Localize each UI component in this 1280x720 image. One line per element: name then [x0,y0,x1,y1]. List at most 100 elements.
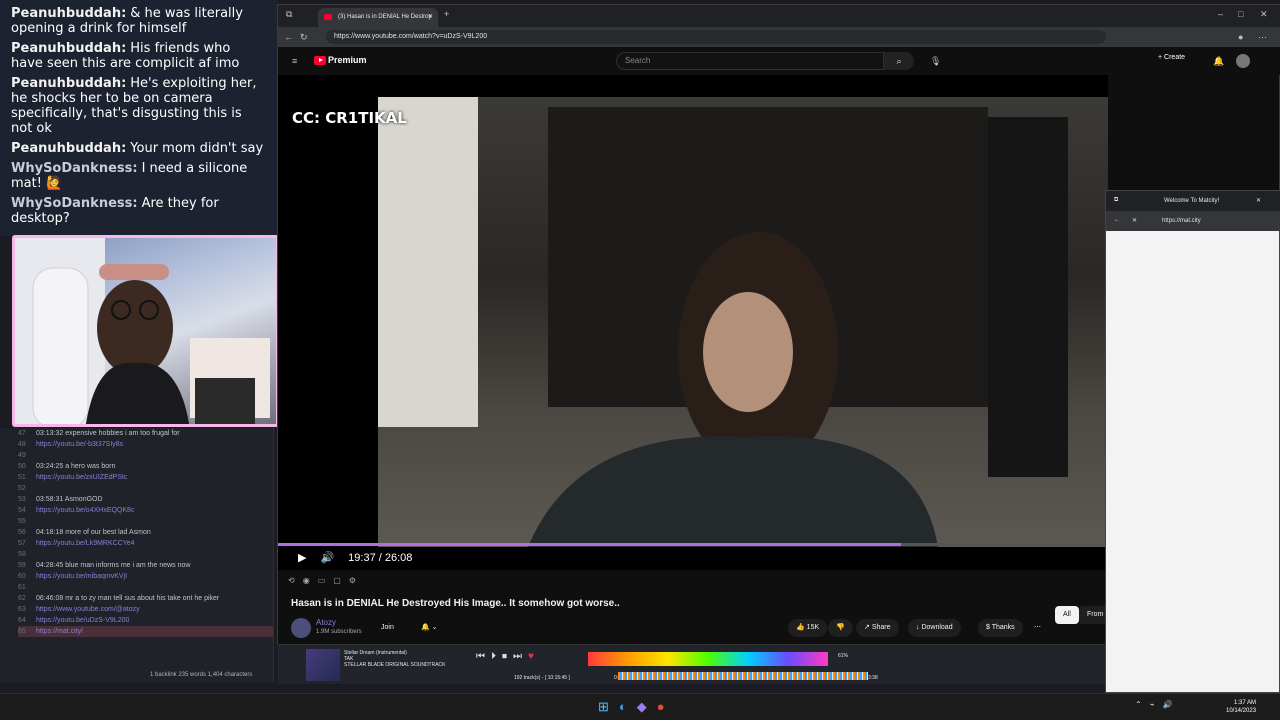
video-frame[interactable] [378,97,1108,547]
note-line[interactable]: 58 [18,549,273,560]
tab-youtube[interactable]: (3) Hasan is in DENIAL He Destroy ✕ [318,8,438,27]
note-link[interactable]: https://youtu.be/zxUIZEdPStc [36,472,127,483]
heart-icon[interactable]: ♥ [528,651,534,662]
search-icon[interactable]: ⌕ [884,52,914,70]
like-button[interactable]: 👍 15K [788,619,828,637]
note-line[interactable]: 60 https://youtu.be/mibaqmvKVjI [18,571,273,582]
chevron-up-icon[interactable]: ⌃ [1135,700,1142,709]
thanks-button[interactable]: $ Thanks [978,619,1023,637]
note-line[interactable]: 59 04:28:45 blue man informs me i am the … [18,560,273,571]
note-link[interactable]: https://youtu.be/Lk9MRKCCYe4 [36,538,135,549]
note-line[interactable]: 56 04:18:18 more of our best lad Asmon [18,527,273,538]
minimize-icon[interactable]: – [1218,4,1223,24]
system-clock[interactable]: 1:37 AM 10/14/2023 [1226,699,1256,715]
volume-level: 61% [838,653,849,659]
captions-icon[interactable]: ▭ [318,576,326,585]
refresh-icon[interactable]: ↻ [300,27,308,47]
note-line[interactable]: 65 https://mat.city/ [18,626,273,637]
tab-actions-icon[interactable]: ⧉ [1114,197,1118,204]
back-icon[interactable]: ← [1114,217,1120,223]
media-app-icon[interactable]: ● [657,699,665,715]
more-actions-icon[interactable]: ⋯ [1026,619,1049,637]
download-button[interactable]: ↓ Download [908,619,961,637]
channel-avatar[interactable] [291,618,311,638]
chat-username[interactable]: Peanuhbuddah: [11,141,126,156]
note-line[interactable]: 55 [18,516,273,527]
note-line[interactable]: 48 https://youtu.be/-b3t37SIy8s [18,439,273,450]
note-line[interactable]: 49 [18,450,273,461]
windows-start-icon[interactable]: ⊞ [598,699,609,715]
share-button[interactable]: ↗ Share [856,619,899,637]
note-line[interactable]: 51 https://youtu.be/zxUIZEdPStc [18,472,273,483]
microphone-icon[interactable]: 🎙 [930,51,941,71]
note-link[interactable]: https://youtu.be/-b3t37SIy8s [36,439,123,450]
bell-icon[interactable]: 🔔 ⌄ [413,619,446,637]
url-field[interactable]: https://www.youtube.com/watch?v=uDzS-V9L… [326,30,1106,44]
profile-icon[interactable]: ● [1238,27,1243,47]
youtube-logo[interactable]: Premium [314,55,367,65]
back-icon[interactable]: ← [284,27,293,47]
settings-icon[interactable]: ⚙ [349,576,356,585]
note-link[interactable]: https://youtu.be/o4XHxEQQK8c [36,505,134,516]
note-link[interactable]: https://www.youtube.com/@atozy [36,604,140,615]
close-tab-icon[interactable]: ✕ [428,8,433,27]
waveform-seekbar[interactable] [618,672,868,680]
note-line[interactable]: 54 https://youtu.be/o4XHxEQQK8c [18,505,273,516]
stop-icon[interactable]: ⏹ [502,651,507,662]
volume-icon[interactable]: 🔊 [320,551,334,564]
dislike-button[interactable]: 👎 [828,619,853,637]
chat-username[interactable]: Peanuhbuddah: [11,76,126,91]
like-count: 15K [806,624,820,631]
media-player: Stellar Dream (Instrumental) TAK STELLAR… [278,644,1105,684]
close-window-icon[interactable]: ✕ [1260,4,1268,24]
create-button[interactable]: + Create [1158,54,1185,61]
chat-username[interactable]: Peanuhbuddah: [11,41,126,56]
chat-message: Peanuhbuddah: His friends who have seen t… [11,41,266,71]
hamburger-icon[interactable]: ≡ [292,51,297,71]
play-icon[interactable]: ⏵ [491,651,496,662]
audio-icon[interactable]: ◉ [303,576,310,585]
stop-icon[interactable]: ✕ [1132,217,1137,224]
chip-all[interactable]: All [1055,606,1079,624]
line-number: 55 [18,518,26,525]
close-tab-icon[interactable]: ✕ [1256,197,1261,204]
chat-username[interactable]: Peanuhbuddah: [11,6,126,21]
network-icon[interactable]: ⌁ [1150,700,1155,709]
note-line[interactable]: 64 https://youtu.be/uDzS-V9L200 [18,615,273,626]
loop-icon[interactable]: ⟲ [288,576,295,585]
screen-icon[interactable]: ▢ [333,576,341,585]
notes-editor[interactable]: 47 03:13:32 expensive hobbies i am too fr… [0,428,274,682]
note-line[interactable]: 57 https://youtu.be/Lk9MRKCCYe4 [18,538,273,549]
search-input[interactable]: Search [616,52,884,70]
channel-name[interactable]: Atozy [316,618,336,627]
popup-tab-title[interactable]: Welcome To Matcity! [1164,198,1219,204]
chat-username[interactable]: WhySoDankness: [11,161,138,176]
note-line[interactable]: 63 https://www.youtube.com/@atozy [18,604,273,615]
note-line[interactable]: 50 03:24:25 a hero was born [18,461,273,472]
obsidian-icon[interactable]: ◆ [637,699,647,715]
play-icon[interactable]: ▶ [298,551,306,564]
note-link[interactable]: https://mat.city/ [36,626,83,637]
video-player[interactable]: CC: CR1TIKAL ▶ 🔊 19:37 / 26:08 [278,75,1108,570]
clock-time: 1:37 AM [1234,700,1257,706]
new-tab-icon[interactable]: + [444,4,449,24]
note-line[interactable]: 47 03:13:32 expensive hobbies i am too fr… [18,428,273,439]
note-line[interactable]: 62 06:46:08 mr a to zy man tell sus about… [18,593,273,604]
next-icon[interactable]: ⏭ [513,651,522,662]
note-link[interactable]: https://youtu.be/uDzS-V9L200 [36,615,129,626]
note-line[interactable]: 53 03:58:31 AsmonGOD [18,494,273,505]
speaker-icon[interactable]: 🔊 [1163,700,1173,709]
note-line[interactable]: 52 [18,483,273,494]
note-line[interactable]: 61 [18,582,273,593]
join-button[interactable]: Join [373,619,402,637]
tab-actions-icon[interactable]: ⧉ [286,4,292,24]
maximize-icon[interactable]: □ [1238,4,1243,24]
avatar[interactable] [1236,54,1250,68]
note-link[interactable]: https://youtu.be/mibaqmvKVjI [36,571,127,582]
menu-icon[interactable]: ⋯ [1258,27,1267,47]
popup-url-field[interactable]: https://mat.city [1162,218,1201,224]
previous-icon[interactable]: ⏮ [476,651,485,662]
edge-icon[interactable]: ◐ [619,699,627,715]
chat-username[interactable]: WhySoDankness: [11,196,138,211]
notifications-icon[interactable]: 🔔 [1213,51,1224,71]
